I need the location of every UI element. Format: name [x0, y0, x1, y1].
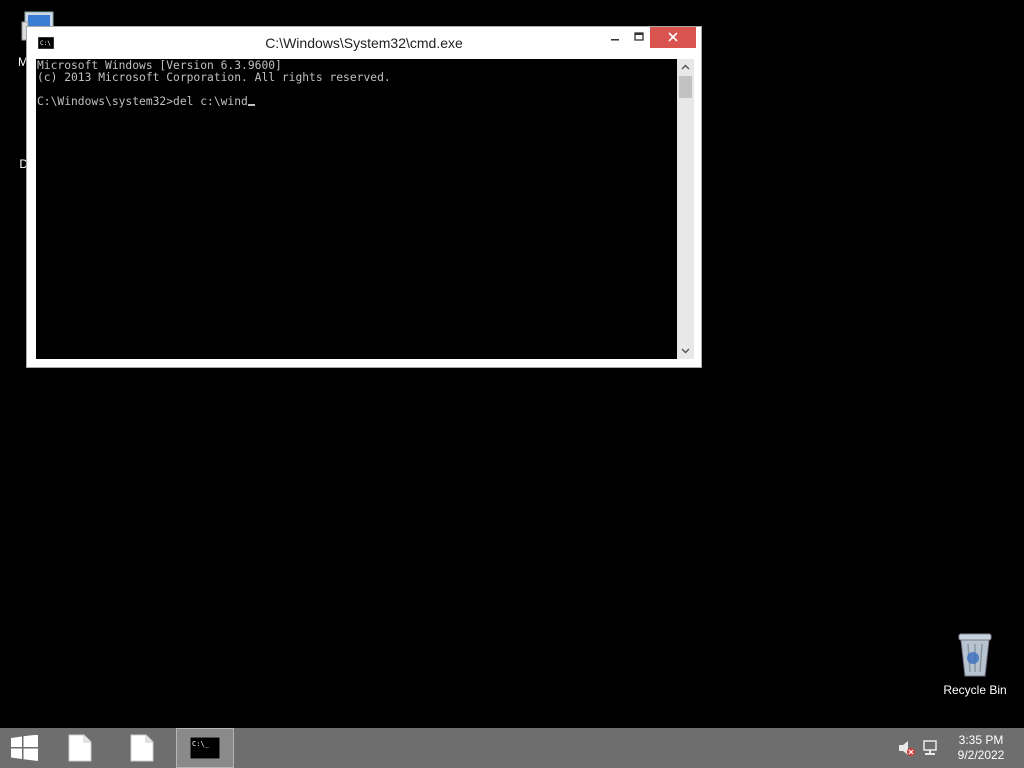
minimize-icon [611, 39, 619, 41]
console-prompt-line[interactable]: C:\Windows\system32>del c:\wind [37, 96, 677, 108]
recycle-bin-icon [958, 633, 992, 677]
chevron-down-icon [681, 348, 690, 354]
taskbar-item-file-1[interactable] [58, 728, 108, 768]
window-titlebar[interactable]: C:\ C:\Windows\System32\cmd.exe [27, 27, 701, 59]
minimize-button[interactable] [603, 27, 627, 48]
file-icon [130, 734, 154, 762]
vertical-scrollbar[interactable] [677, 59, 694, 359]
volume-muted-icon[interactable] [898, 740, 916, 756]
windows-logo-icon [11, 735, 38, 761]
maximize-icon [634, 32, 644, 41]
taskbar-item-file-2[interactable] [120, 728, 170, 768]
close-button[interactable] [650, 27, 696, 48]
window-title: C:\Windows\System32\cmd.exe [265, 35, 463, 51]
console-line: (c) 2013 Microsoft Corporation. All righ… [37, 71, 391, 84]
system-clock[interactable]: 3:35 PM 9/2/2022 [950, 733, 1012, 763]
desktop-icon-label: Recycle Bin [943, 683, 1007, 697]
maximize-button[interactable] [627, 27, 651, 48]
file-icon [68, 734, 92, 762]
clock-time: 3:35 PM [958, 733, 1004, 747]
cmd-window[interactable]: C:\ C:\Windows\System32\cmd.exe Microsof… [26, 26, 702, 368]
chevron-up-icon [681, 64, 690, 70]
scroll-down-button[interactable] [677, 343, 694, 359]
text-cursor [247, 104, 255, 106]
network-icon[interactable] [922, 740, 940, 756]
clock-date: 9/2/2022 [957, 748, 1005, 762]
taskbar-item-cmd[interactable]: C:\_ [176, 728, 234, 768]
svg-text:C:\_: C:\_ [192, 740, 210, 748]
scroll-thumb[interactable] [679, 76, 692, 98]
close-icon [668, 32, 678, 42]
desktop-icon-recycle-bin[interactable]: Recycle Bin [940, 630, 1010, 697]
console-output[interactable]: Microsoft Windows [Version 6.3.9600] (c)… [36, 59, 677, 359]
cmd-icon: C:\_ [190, 737, 220, 759]
console-command: C:\Windows\system32>del c:\wind [37, 95, 248, 108]
scroll-up-button[interactable] [677, 59, 694, 75]
start-button[interactable] [0, 728, 50, 768]
taskbar: C:\_ 3:35 PM 9/2/2022 [0, 728, 1024, 768]
